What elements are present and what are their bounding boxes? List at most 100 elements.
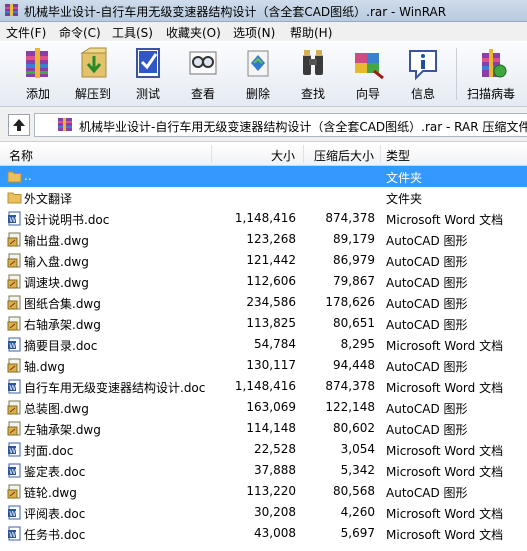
column-size[interactable]: 大小 <box>271 147 295 164</box>
file-size: 1,148,416 <box>234 379 296 393</box>
up-arrow-icon <box>13 119 25 131</box>
view-icon <box>189 51 217 75</box>
file-packed-size: 3,054 <box>340 442 375 456</box>
file-size: 112,606 <box>246 274 296 288</box>
svg-text:W: W <box>9 216 16 224</box>
svg-text:W: W <box>9 447 16 455</box>
address-path: 机械毕业设计-自行车用无级变速器结构设计（含全套CAD图纸）.rar - RAR… <box>79 120 527 134</box>
up-folder-button[interactable] <box>8 114 30 136</box>
file-type: AutoCAD 图形 <box>386 297 468 311</box>
file-name: 图纸合集.dwg <box>24 297 101 311</box>
add-label: 添加 <box>25 87 50 101</box>
svg-text:W: W <box>9 342 16 350</box>
menu-help[interactable]: 帮助(H) <box>290 24 332 41</box>
file-name: 摘要目录.doc <box>24 339 98 353</box>
menu-favorites[interactable]: 收藏夹(O) <box>166 24 221 41</box>
wizard-button[interactable]: 向导 <box>342 45 394 105</box>
extract-to-label: 解压到 <box>74 87 111 101</box>
file-row[interactable]: W 鉴定表.doc 37,888 5,342 Microsoft Word 文档 <box>0 460 527 481</box>
menu-commands[interactable]: 命令(C) <box>59 24 101 41</box>
find-button[interactable]: 查找 <box>287 45 339 105</box>
winrar-app-icon <box>5 4 18 16</box>
rar-archive-icon <box>58 118 72 131</box>
column-divider[interactable] <box>303 145 304 163</box>
file-name: 右轴承架.dwg <box>24 318 101 332</box>
delete-button[interactable]: 删除 <box>232 45 284 105</box>
column-packed[interactable]: 压缩后大小 <box>314 147 374 164</box>
file-packed-size: 4,260 <box>340 505 375 519</box>
file-row[interactable]: 输入盘.dwg 121,442 86,979 AutoCAD 图形 <box>0 250 527 271</box>
column-divider[interactable] <box>380 145 381 163</box>
file-size: 30,208 <box>254 505 296 519</box>
file-row[interactable]: W 封面.doc 22,528 3,054 Microsoft Word 文档 <box>0 439 527 460</box>
word-document-icon: W <box>8 442 21 457</box>
file-row[interactable]: 外文翻译 文件夹 <box>0 187 527 208</box>
extract-to-button[interactable]: 解压到 <box>67 45 119 105</box>
svg-text:W: W <box>9 468 16 476</box>
file-name: 链轮.dwg <box>24 486 77 500</box>
wizard-label: 向导 <box>355 87 380 101</box>
file-name: 输入盘.dwg <box>24 255 89 269</box>
file-row[interactable]: W 自行车用无级变速器结构设计.doc 1,148,416 874,378 Micros… <box>0 376 527 397</box>
file-row[interactable]: W 任务书.doc 43,008 5,697 Microsoft Word 文档 <box>0 523 527 544</box>
add-button[interactable]: 添加 <box>12 45 64 105</box>
file-packed-size: 5,342 <box>340 463 375 477</box>
info-label: 信息 <box>410 87 435 101</box>
menu-tools[interactable]: 工具(S) <box>112 24 153 41</box>
file-row[interactable]: .. 文件夹 <box>0 166 527 187</box>
file-name: 设计说明书.doc <box>24 213 110 227</box>
delete-label: 删除 <box>245 87 270 101</box>
folder-icon <box>7 171 22 183</box>
file-row[interactable]: W 摘要目录.doc 54,784 8,295 Microsoft Word 文档 <box>0 334 527 355</box>
svg-text:W: W <box>9 510 16 518</box>
autocad-drawing-icon <box>7 316 21 331</box>
file-type: Microsoft Word 文档 <box>386 528 504 542</box>
file-packed-size: 80,602 <box>333 421 375 435</box>
word-document-icon: W <box>8 526 21 541</box>
svg-text:W: W <box>9 531 16 539</box>
file-type: AutoCAD 图形 <box>386 276 468 290</box>
file-row[interactable]: 轴.dwg 130,117 94,448 AutoCAD 图形 <box>0 355 527 376</box>
test-icon <box>136 48 160 78</box>
file-name: .. <box>24 169 32 183</box>
file-size: 234,586 <box>246 295 296 309</box>
file-size: 113,825 <box>246 316 296 330</box>
file-packed-size: 5,697 <box>340 526 375 540</box>
file-type: Microsoft Word 文档 <box>386 507 504 521</box>
test-button[interactable]: 测试 <box>122 45 174 105</box>
file-name: 鉴定表.doc <box>24 465 86 479</box>
file-row[interactable]: 总装图.dwg 163,069 122,148 AutoCAD 图形 <box>0 397 527 418</box>
menu-file[interactable]: 文件(F) <box>6 24 46 41</box>
autocad-drawing-icon <box>7 421 21 436</box>
wizard-icon <box>355 53 384 80</box>
file-row[interactable]: 图纸合集.dwg 234,586 178,626 AutoCAD 图形 <box>0 292 527 313</box>
file-row[interactable]: 左轴承架.dwg 114,148 80,602 AutoCAD 图形 <box>0 418 527 439</box>
file-row[interactable]: W 设计说明书.doc 1,148,416 874,378 Microsoft Word… <box>0 208 527 229</box>
column-type[interactable]: 类型 <box>386 147 410 164</box>
file-row[interactable]: W 评阅表.doc 30,208 4,260 Microsoft Word 文档 <box>0 502 527 523</box>
address-bar: 机械毕业设计-自行车用无级变速器结构设计（含全套CAD图纸）.rar - RAR… <box>0 107 527 142</box>
virus-scan-button[interactable]: 扫描病毒 <box>461 45 521 105</box>
view-button[interactable]: 查看 <box>177 45 229 105</box>
file-packed-size: 178,626 <box>325 295 375 309</box>
menu-bar: 文件(F) 命令(C) 工具(S) 收藏夹(O) 选项(N) 帮助(H) <box>0 22 527 41</box>
file-packed-size: 79,867 <box>333 274 375 288</box>
word-document-icon: W <box>8 505 21 520</box>
address-field[interactable]: 机械毕业设计-自行车用无级变速器结构设计（含全套CAD图纸）.rar - RAR… <box>34 113 527 137</box>
file-row[interactable]: 链轮.dwg 113,220 80,568 AutoCAD 图形 <box>0 481 527 502</box>
menu-options[interactable]: 选项(N) <box>233 24 275 41</box>
file-size: 1,148,416 <box>234 211 296 225</box>
virus-scan-icon <box>482 49 507 78</box>
info-button[interactable]: 信息 <box>397 45 449 105</box>
file-row[interactable]: 右轴承架.dwg 113,825 80,651 AutoCAD 图形 <box>0 313 527 334</box>
column-name[interactable]: 名称 <box>9 147 33 164</box>
column-divider[interactable] <box>211 145 212 163</box>
file-type: Microsoft Word 文档 <box>386 444 504 458</box>
file-row[interactable]: 输出盘.dwg 123,268 89,179 AutoCAD 图形 <box>0 229 527 250</box>
file-packed-size: 94,448 <box>333 358 375 372</box>
toolbar: 添加 解压到 测试 查看 删除 查找 向导 信息 扫描病毒 <box>0 42 527 107</box>
file-type: AutoCAD 图形 <box>386 402 468 416</box>
file-row[interactable]: 调速块.dwg 112,606 79,867 AutoCAD 图形 <box>0 271 527 292</box>
file-packed-size: 80,651 <box>333 316 375 330</box>
file-packed-size: 122,148 <box>325 400 375 414</box>
